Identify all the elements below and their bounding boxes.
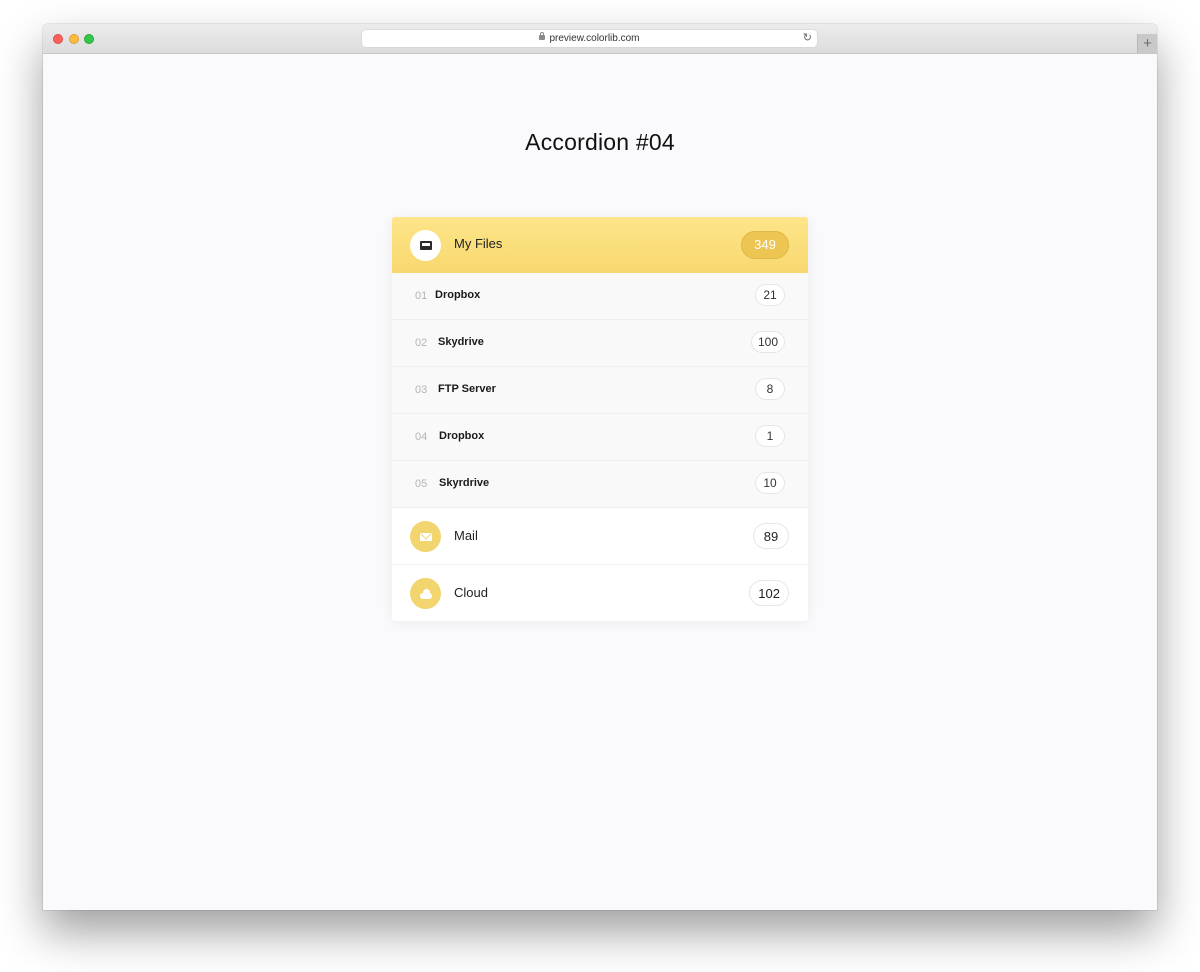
new-tab-button[interactable]: +	[1137, 34, 1157, 53]
accordion-header-mail[interactable]: Mail 89	[392, 508, 808, 565]
accordion-header-count: 89	[753, 523, 789, 549]
list-item[interactable]: 01 Dropbox 21	[392, 273, 808, 320]
accordion: My Files 349 01 Dropbox 21 02 Skydrive 1…	[392, 217, 808, 621]
item-count: 21	[755, 284, 785, 306]
item-count: 8	[755, 378, 785, 400]
item-number: 01	[415, 290, 428, 302]
envelope-icon	[410, 521, 441, 552]
address-bar[interactable]: preview.colorlib.com ↻	[362, 30, 817, 47]
cloud-icon	[410, 578, 441, 609]
item-name: Dropbox	[439, 430, 485, 442]
item-name: Dropbox	[435, 289, 481, 301]
accordion-header-label: Cloud	[454, 585, 488, 600]
item-number: 02	[415, 337, 428, 349]
accordion-header-my-files[interactable]: My Files 349	[392, 217, 808, 273]
close-window-button[interactable]	[53, 34, 63, 44]
accordion-panel-my-files: 01 Dropbox 21 02 Skydrive 100 03 FTP Ser…	[392, 273, 808, 508]
accordion-header-cloud[interactable]: Cloud 102	[392, 565, 808, 621]
item-name: Skydrive	[438, 336, 484, 348]
accordion-header-count: 102	[749, 580, 789, 606]
item-number: 03	[415, 384, 428, 396]
address-url: preview.colorlib.com	[549, 33, 640, 44]
browser-window: preview.colorlib.com ↻ + Accordion #04 M…	[43, 24, 1157, 910]
accordion-header-count: 349	[741, 231, 789, 259]
lock-icon	[539, 32, 546, 40]
accordion-header-label: Mail	[454, 528, 478, 543]
item-count: 10	[755, 472, 785, 494]
item-number: 04	[415, 431, 428, 443]
item-name: Skyrdrive	[439, 477, 490, 489]
folder-icon	[410, 230, 441, 261]
reload-icon[interactable]: ↻	[803, 30, 812, 47]
list-item[interactable]: 02 Skydrive 100	[392, 320, 808, 367]
item-number: 05	[415, 478, 428, 490]
minimize-window-button[interactable]	[69, 34, 79, 44]
browser-titlebar: preview.colorlib.com ↻ +	[43, 24, 1157, 54]
list-item[interactable]: 04 Dropbox 1	[392, 414, 808, 461]
page-title: Accordion #04	[525, 129, 675, 155]
item-count: 1	[755, 425, 785, 447]
list-item[interactable]: 03 FTP Server 8	[392, 367, 808, 414]
list-item[interactable]: 05 Skyrdrive 10	[392, 461, 808, 508]
item-name: FTP Server	[438, 383, 496, 395]
maximize-window-button[interactable]	[84, 34, 94, 44]
item-count: 100	[750, 331, 785, 353]
accordion-header-label: My Files	[454, 236, 503, 251]
